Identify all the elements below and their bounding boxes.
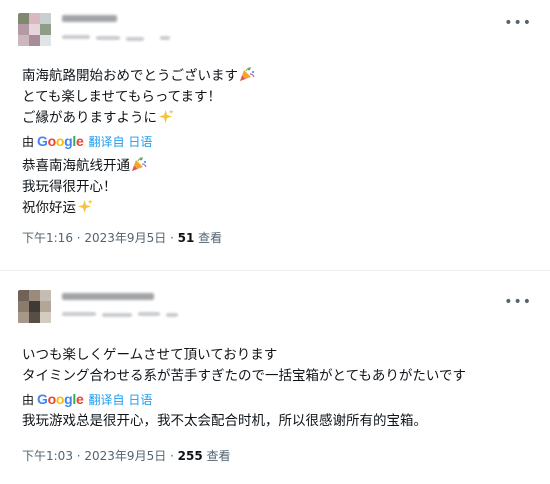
translated-text-line: 祝你好运 [22, 198, 147, 219]
tweet-card[interactable]: ••• 南海航路開始おめでとうございます とても楽しませてもらってます！ ご縁が… [0, 0, 550, 262]
translated-text: 恭喜南海航线开通 我玩得很开心！ 祝你好运 [22, 156, 147, 219]
more-options-icon[interactable]: ••• [504, 295, 532, 309]
translated-by-label: 由 [22, 135, 35, 149]
translated-text: 我玩游戏总是很开心，我不太会配合时机，所以很感谢所有的宝箱。 [22, 411, 427, 432]
tweet-text-line: タイミング合わせる系が苦手すぎたので一括宝箱がとてもありがたいです [22, 368, 467, 384]
translation-attribution: 由 Google 翻译自 日语 [22, 133, 152, 150]
google-logo: Google [37, 391, 84, 407]
sparkles-icon [159, 109, 174, 124]
tweet-separator [0, 262, 550, 280]
tweet-text-line: とても楽しませてもらってます！ [22, 89, 221, 105]
translated-from-link[interactable]: 翻译自 日语 [89, 135, 153, 149]
tweet-text: いつも楽しくゲームさせて頂いております タイミング合わせる系が苦手すぎたので一括… [22, 345, 466, 387]
views-label: 查看 [194, 231, 223, 245]
google-logo: Google [37, 133, 84, 149]
translated-text-line: 恭喜南海航线开通 [22, 156, 147, 177]
tweet-text-line: いつも楽しくゲームさせて頂いております [22, 347, 278, 363]
views-count: 51 [177, 231, 195, 245]
translation-attribution: 由 Google 翻译自 日语 [22, 391, 152, 408]
timestamp-link[interactable]: 下午1:03 · 2023年9月5日 · [22, 449, 178, 463]
party-popper-icon [240, 67, 255, 81]
more-options-icon[interactable]: ••• [504, 16, 532, 30]
translated-by-label: 由 [22, 393, 35, 407]
sparkles-icon [78, 199, 93, 214]
avatar[interactable] [18, 13, 52, 47]
party-popper-icon [132, 157, 147, 171]
views-label: 查看 [202, 449, 231, 463]
tweet-card[interactable]: ••• いつも楽しくゲームさせて頂いております タイミング合わせる系が苦手すぎた… [0, 280, 550, 484]
tweet-text-line: ご縁がありますように [22, 108, 255, 129]
translated-from-link[interactable]: 翻译自 日语 [89, 393, 153, 407]
avatar[interactable] [18, 290, 52, 324]
views-count: 255 [177, 449, 203, 463]
tweet-meta: 下午1:16 · 2023年9月5日 · 51 查看 [22, 229, 222, 246]
tweet-meta: 下午1:03 · 2023年9月5日 · 255 查看 [22, 447, 231, 464]
tweet-text-line: 南海航路開始おめでとうございます [22, 66, 255, 87]
tweet-text: 南海航路開始おめでとうございます とても楽しませてもらってます！ ご縁があります… [22, 66, 255, 129]
timestamp-link[interactable]: 下午1:16 · 2023年9月5日 · [22, 231, 178, 245]
translated-text-line: 我玩得很开心！ [22, 179, 117, 195]
translated-text-line: 我玩游戏总是很开心，我不太会配合时机，所以很感谢所有的宝箱。 [22, 413, 427, 429]
